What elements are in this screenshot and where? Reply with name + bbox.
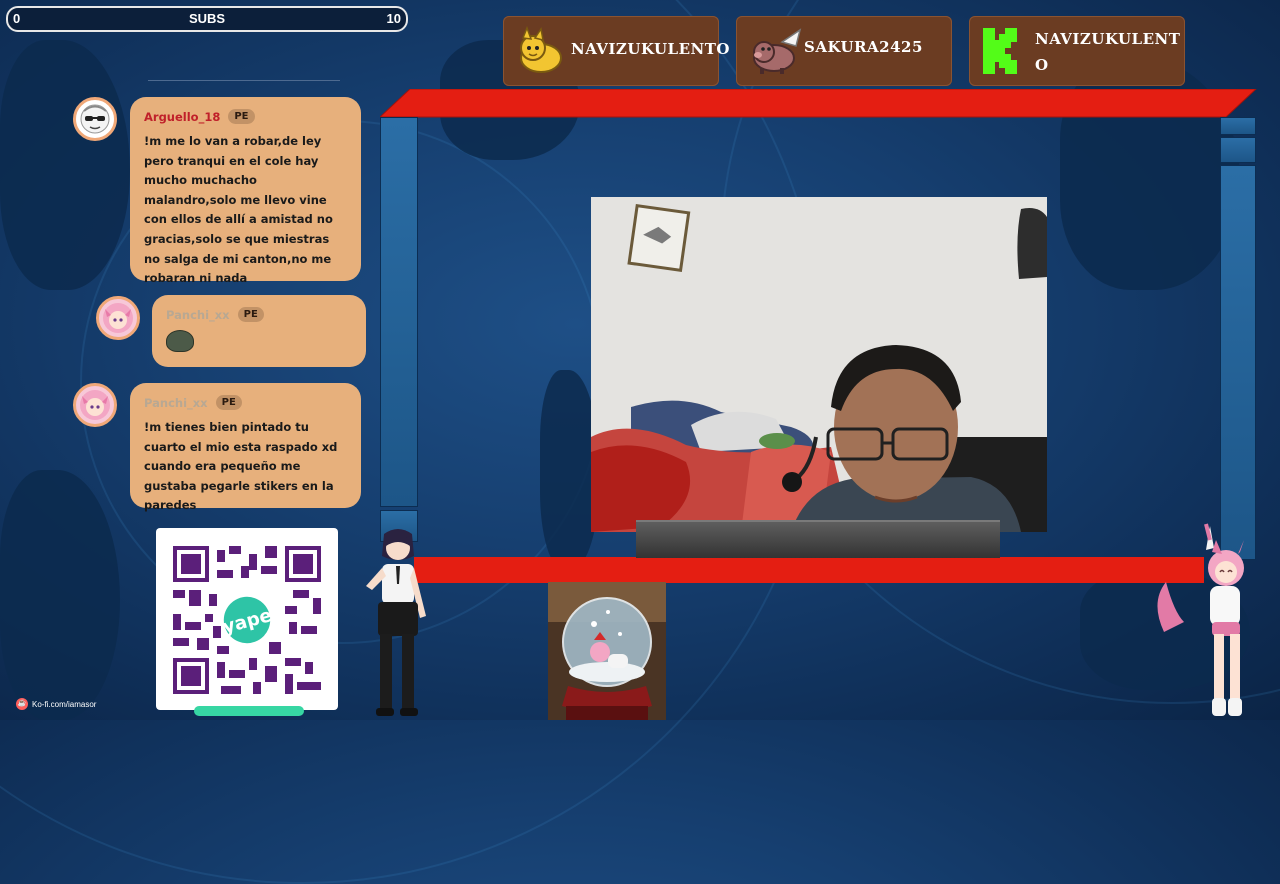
desk-surface (636, 520, 1000, 558)
subs-label: SUBS (188, 11, 226, 26)
qr-code-icon: yape (173, 546, 321, 694)
anime-girl-avatar-icon (96, 296, 140, 340)
anime-boy-character-icon (366, 529, 426, 716)
top-supporter-card: NAVIZUKULENTO (969, 16, 1185, 86)
top-supporter-card: NAVIZUKULENTO (503, 16, 729, 86)
frame-right-block (1220, 117, 1256, 135)
qr-footer-bar (194, 706, 304, 716)
country-badge: PE (215, 395, 242, 410)
chat-divider (148, 80, 340, 81)
sunglasses-avatar-icon (73, 97, 117, 141)
chat-message-text: !m me lo van a robar,de ley pero tranqui… (144, 134, 333, 286)
chat-username[interactable]: Panchi_xx (144, 396, 208, 410)
yellow-creature-icon (520, 26, 562, 73)
wall-picture-icon (627, 203, 691, 273)
anime-girl-character-icon (1157, 523, 1244, 716)
frame-right-pillar (1220, 165, 1256, 560)
webcam-scene (591, 197, 1047, 532)
frame-top-bar (380, 89, 1257, 118)
yape-qr-card[interactable]: yape (156, 528, 338, 716)
emote-icon (166, 330, 194, 352)
kofi-link[interactable]: ☕ Ko-fi.com/iamasor (16, 698, 96, 710)
winged-pig-icon (753, 28, 802, 74)
chat-username[interactable]: Panchi_xx (166, 308, 230, 322)
snow-globe-widget (548, 582, 666, 720)
country-badge: PE (228, 109, 255, 124)
chat-username[interactable]: Arguello_18 (144, 110, 220, 124)
chat-bubble: Panchi_xx PE !m tienes bien pintado tu c… (130, 383, 361, 512)
chat-bubble: Arguello_18 PE !m me lo van a robar,de l… (130, 97, 361, 285)
subs-progress-bar: 0 SUBS 10 (6, 6, 408, 32)
country-badge: PE (237, 307, 264, 322)
chat-message-text: !m tienes bien pintado tu cuarto el mio … (144, 420, 338, 513)
kofi-cup-icon: ☕ (16, 698, 28, 710)
kofi-link-text: Ko-fi.com/iamasor (32, 699, 97, 709)
frame-right-block (1220, 137, 1256, 163)
frame-bottom-bar (414, 557, 1204, 583)
kick-logo-icon (983, 28, 1017, 74)
supporter-name: NAVIZUKULENTO (571, 40, 730, 58)
snow-globe-icon (548, 582, 666, 720)
anime-girl-avatar-icon (73, 383, 117, 427)
frame-left-pillar (380, 117, 418, 507)
supporter-name: SAKURA2425 (804, 38, 923, 56)
subs-max-value: 10 (386, 11, 401, 26)
top-supporter-card: SAKURA2425 (736, 16, 952, 86)
webcam-feed (591, 197, 1047, 532)
chat-bubble: Panchi_xx PE (152, 295, 366, 367)
supporter-name: NAVIZUKULENTO (1035, 30, 1181, 74)
